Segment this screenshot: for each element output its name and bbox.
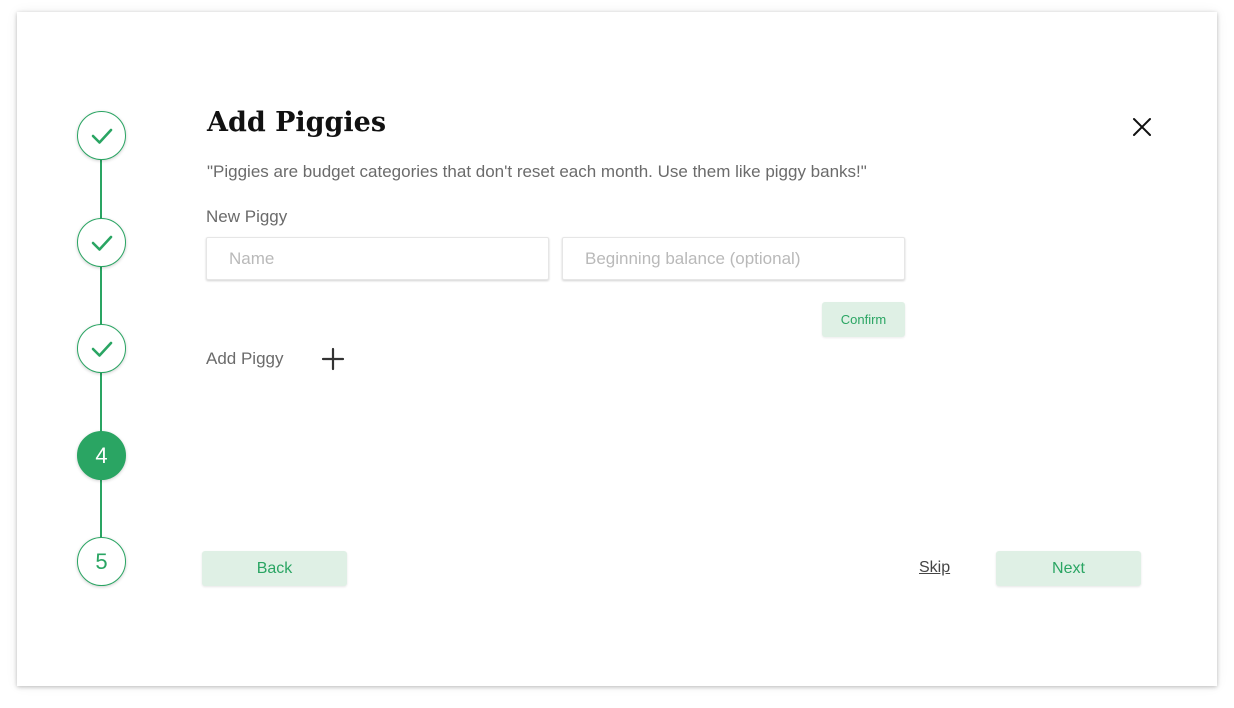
- add-piggy-button[interactable]: [320, 346, 346, 372]
- step-3-completed[interactable]: [77, 324, 126, 373]
- step-1-completed[interactable]: [77, 111, 126, 160]
- back-button[interactable]: Back: [202, 551, 347, 586]
- new-piggy-label: New Piggy: [206, 207, 288, 226]
- add-piggy-row: Add Piggy: [206, 346, 346, 372]
- beginning-balance-input[interactable]: [562, 237, 905, 280]
- step-5-upcoming[interactable]: 5: [77, 537, 126, 586]
- step-number: 5: [95, 548, 108, 574]
- confirm-button[interactable]: Confirm: [822, 302, 905, 337]
- close-button[interactable]: [1129, 114, 1155, 140]
- page-title: Add Piggies: [207, 107, 387, 138]
- wizard-modal: 4 5 Add Piggies "Piggies are budget cate…: [17, 12, 1217, 686]
- page-description: "Piggies are budget categories that don'…: [207, 162, 867, 181]
- check-icon: [91, 128, 112, 144]
- check-icon: [91, 341, 112, 357]
- plus-icon: [321, 347, 344, 371]
- check-icon: [91, 235, 112, 251]
- close-icon: [1133, 118, 1151, 136]
- step-number: 4: [95, 442, 108, 468]
- next-button[interactable]: Next: [996, 551, 1141, 586]
- add-piggy-label: Add Piggy: [206, 349, 284, 368]
- skip-link[interactable]: Skip: [919, 559, 950, 577]
- piggy-name-input[interactable]: [206, 237, 549, 280]
- step-2-completed[interactable]: [77, 218, 126, 267]
- step-4-active[interactable]: 4: [77, 431, 126, 480]
